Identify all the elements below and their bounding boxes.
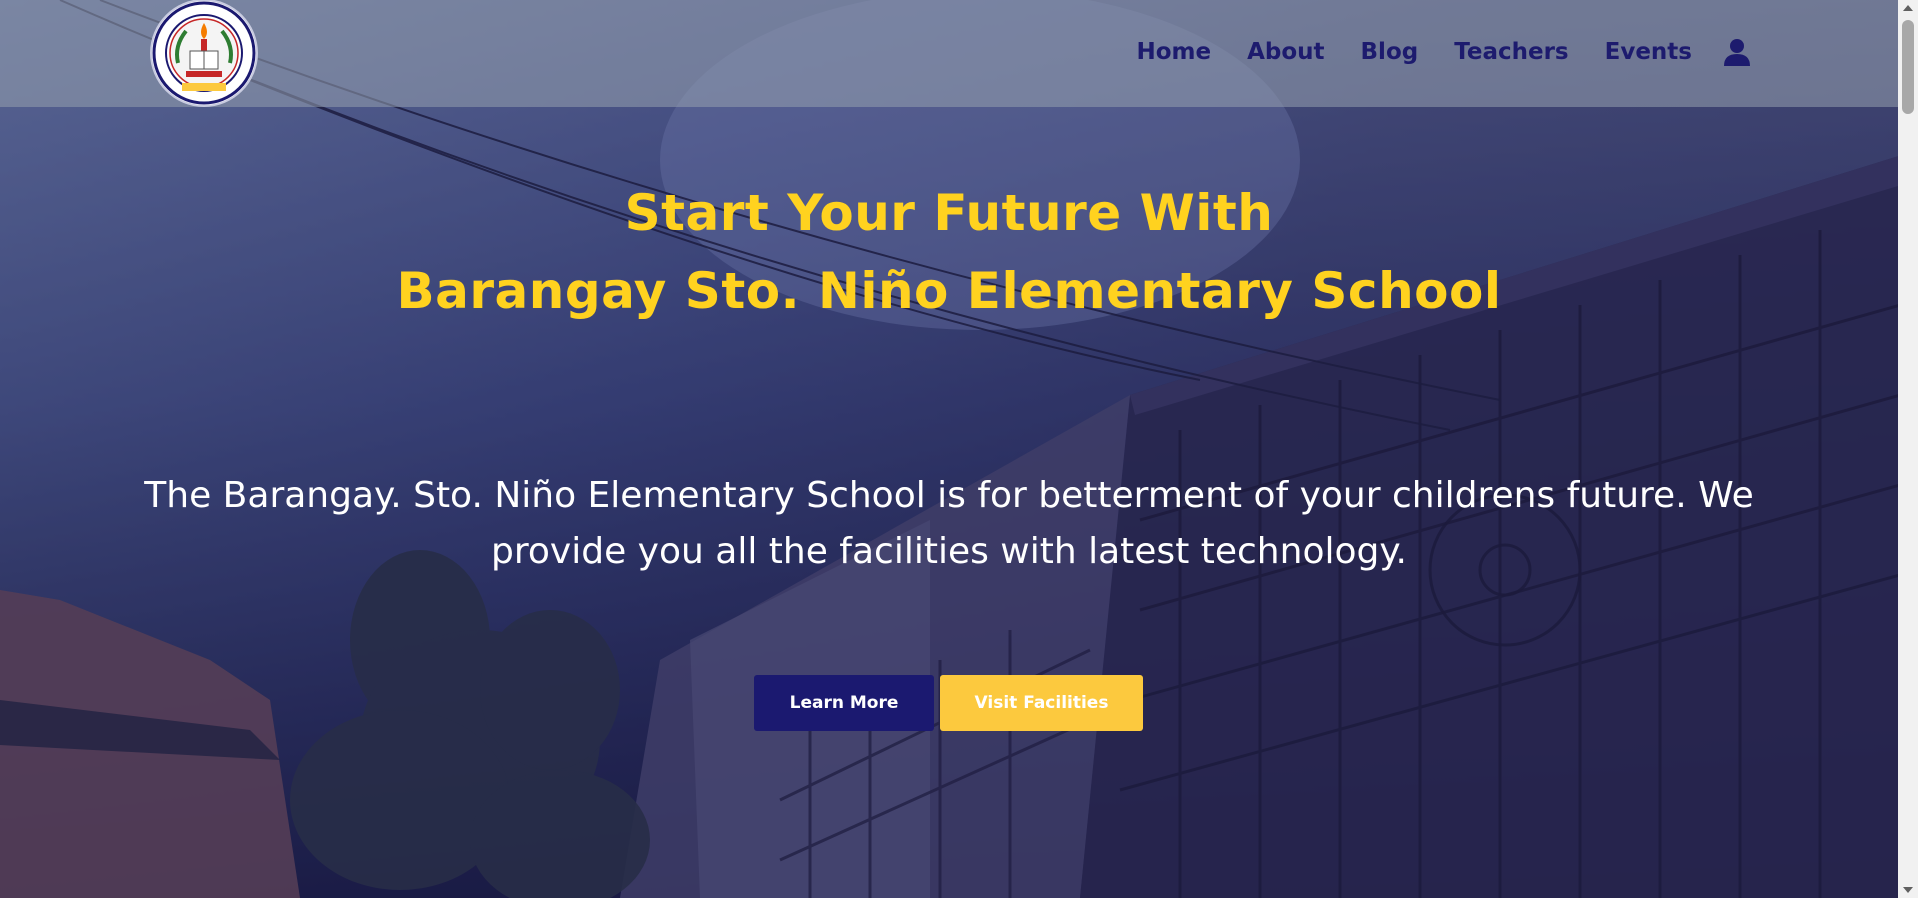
hero-title: Start Your Future With Barangay Sto. Niñ…	[0, 174, 1898, 330]
hero-buttons: Learn More Visit Facilities	[754, 675, 1143, 731]
scrollbar-thumb[interactable]	[1902, 20, 1914, 114]
page-scrollbar[interactable]	[1898, 0, 1918, 898]
scroll-up-arrow-icon[interactable]	[1903, 5, 1913, 11]
school-seal-logo-icon	[152, 1, 256, 105]
hero-overlay	[0, 0, 1918, 898]
visit-facilities-button[interactable]: Visit Facilities	[940, 675, 1143, 731]
hero-title-line-2: Barangay Sto. Niño Elementary School	[396, 261, 1502, 320]
nav-about[interactable]: About	[1247, 39, 1324, 65]
learn-more-button[interactable]: Learn More	[754, 675, 934, 731]
hero-description: The Barangay. Sto. Niño Elementary Schoo…	[144, 475, 1754, 572]
school-logo[interactable]	[152, 1, 256, 105]
nav-blog[interactable]: Blog	[1361, 39, 1419, 65]
nav-events[interactable]: Events	[1605, 39, 1692, 65]
site-header: Home About Blog Teachers Events	[0, 0, 1898, 107]
page: Home About Blog Teachers Events Start Yo…	[0, 0, 1918, 898]
nav-teachers[interactable]: Teachers	[1454, 39, 1568, 65]
main-nav: Home About Blog Teachers Events	[1136, 38, 1750, 66]
user-icon[interactable]	[1724, 38, 1750, 66]
nav-home[interactable]: Home	[1136, 39, 1211, 65]
scroll-down-arrow-icon[interactable]	[1903, 887, 1913, 893]
hero-title-line-1: Start Your Future With	[624, 183, 1274, 242]
